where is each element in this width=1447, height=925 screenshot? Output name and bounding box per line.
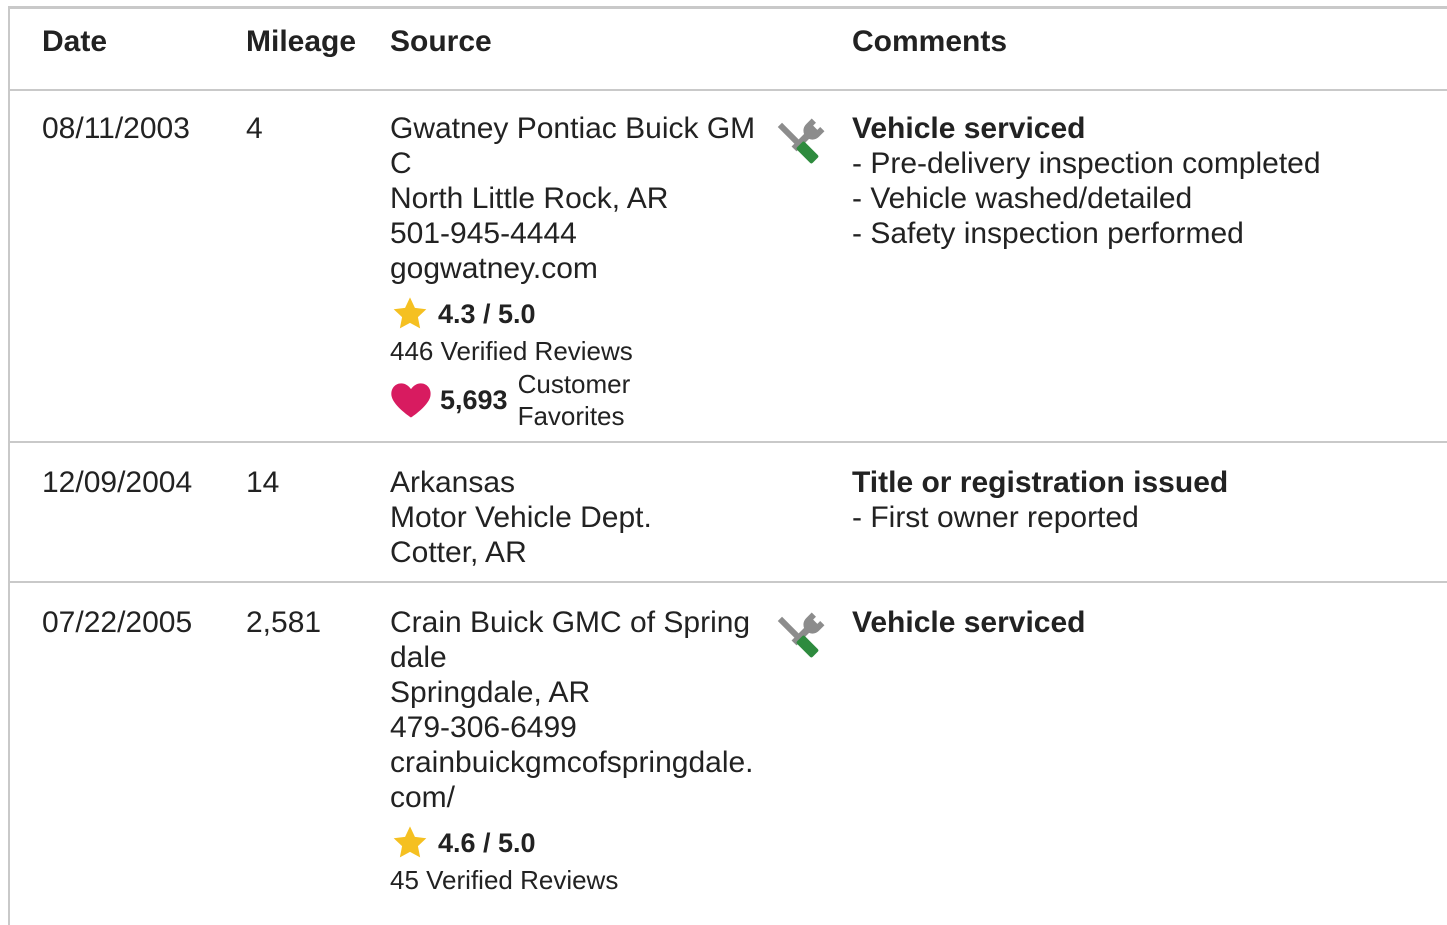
header-mileage: Mileage [246, 25, 357, 58]
table-row: 12/09/2004 14 Arkansas Motor Vehicle Dep… [10, 443, 1447, 583]
table-row: 07/22/2005 2,581 Crain Buick GMC of Spri… [10, 583, 1447, 925]
source-rating: 4.6 / 5.0 [390, 823, 760, 863]
record-mileage: 14 [246, 466, 280, 499]
source-rating: 4.3 / 5.0 [390, 294, 760, 334]
comment-title: Vehicle serviced [852, 112, 1086, 145]
comment-item: - First owner reported [852, 501, 1139, 534]
verified-reviews-link[interactable]: 446 Verified Reviews [390, 334, 760, 368]
source-name: Arkansas [390, 466, 516, 499]
star-icon [393, 297, 427, 329]
comment-title: Title or registration issued [852, 466, 1229, 499]
vehicle-history-table: Date Mileage Source Comments 08/11/2003 … [8, 6, 1447, 925]
favorites-count: 5,693 [440, 384, 508, 415]
verified-reviews-link[interactable]: 45 Verified Reviews [390, 863, 760, 897]
record-mileage: 4 [246, 112, 263, 145]
record-source: Crain Buick GMC of Springdale Springdale… [390, 605, 760, 897]
table-header: Date Mileage Source Comments [10, 9, 1447, 91]
service-wrench-screwdriver-icon [777, 612, 825, 658]
customer-favorites: 5,693 Customer Favorites [390, 368, 760, 432]
record-comments: Vehicle serviced - Pre-delivery inspecti… [852, 111, 1442, 251]
source-phone: 501-945-4444 [390, 217, 577, 250]
record-date: 08/11/2003 [42, 112, 190, 145]
source-website[interactable]: crainbuickgmcofspringdale.com/ [390, 745, 760, 815]
record-mileage: 2,581 [246, 606, 322, 639]
source-name: Gwatney Pontiac Buick GMC [390, 112, 756, 180]
header-source: Source [390, 25, 492, 58]
record-source: Arkansas Motor Vehicle Dept. Cotter, AR [390, 465, 760, 570]
record-date: 12/09/2004 [42, 466, 193, 499]
source-department: Motor Vehicle Dept. [390, 501, 652, 534]
comment-item: - Vehicle washed/detailed [852, 182, 1193, 215]
header-comments: Comments [852, 25, 1008, 58]
source-location: North Little Rock, AR [390, 182, 669, 215]
rating-value: 4.3 / 5.0 [438, 298, 536, 329]
record-source: Gwatney Pontiac Buick GMC North Little R… [390, 111, 760, 432]
record-comments: Vehicle serviced [852, 605, 1442, 640]
comment-title: Vehicle serviced [852, 606, 1086, 639]
source-name: Crain Buick GMC of Springdale [390, 606, 751, 674]
header-date: Date [42, 25, 108, 58]
comment-item: - Safety inspection performed [852, 217, 1244, 250]
star-icon [393, 826, 427, 858]
table-row: 08/11/2003 4 Gwatney Pontiac Buick GMC N… [10, 91, 1447, 443]
service-wrench-screwdriver-icon [777, 118, 825, 164]
source-phone: 479-306-6499 [390, 711, 577, 744]
comment-item: - Pre-delivery inspection completed [852, 147, 1321, 180]
record-comments: Title or registration issued - First own… [852, 465, 1442, 535]
source-location: Springdale, AR [390, 676, 591, 709]
heart-icon [391, 383, 431, 418]
source-location: Cotter, AR [390, 536, 527, 569]
source-website[interactable]: gogwatney.com [390, 251, 760, 286]
favorites-label: Customer Favorites [517, 369, 631, 431]
record-date: 07/22/2005 [42, 606, 193, 639]
rating-value: 4.6 / 5.0 [438, 827, 536, 858]
